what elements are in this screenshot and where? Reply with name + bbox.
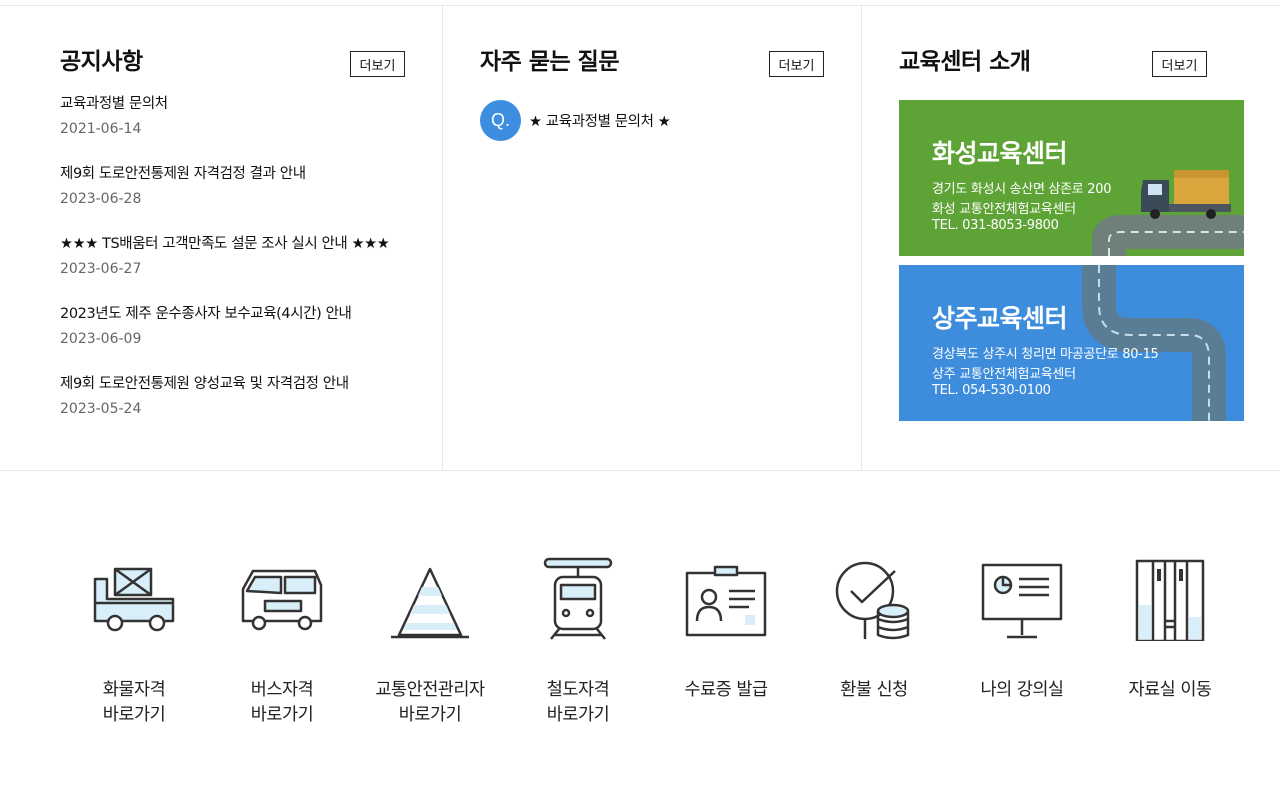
center-org: 화성 교통안전체험교육센터: [932, 202, 1076, 217]
faq-q-badge: Q.: [480, 100, 521, 141]
notice-item-date: 2023-06-09: [60, 331, 142, 347]
notice-item-title[interactable]: 제9회 도로안전통제원 양성교육 및 자격검정 안내: [60, 374, 410, 394]
quick-link-label: 수료증 발급: [684, 680, 768, 700]
quick-link-safety-manager[interactable]: 교통안전관리자 바로가기: [356, 555, 504, 728]
quick-link-certificate[interactable]: 수료증 발급: [652, 555, 800, 703]
quick-link-bus[interactable]: 버스자격 바로가기: [208, 555, 356, 728]
list-item[interactable]: 제9회 도로안전통제원 자격검정 결과 안내 2023-06-28: [60, 164, 410, 234]
notice-title: 공지사항: [60, 49, 143, 75]
quick-link-label: 버스자격: [250, 680, 314, 700]
quick-link-refund[interactable]: 환불 신청: [800, 555, 948, 703]
quick-link-label: 교통안전관리자: [375, 680, 485, 700]
faq-item-text[interactable]: ★ 교육과정별 문의처 ★: [529, 110, 671, 131]
refund-check-coins-icon: [835, 561, 910, 640]
quick-link-archive[interactable]: 자료실 이동: [1096, 555, 1244, 703]
centers-title: 교육센터 소개: [899, 49, 1031, 75]
center-org: 상주 교통안전체험교육센터: [932, 367, 1076, 382]
center-address: 경기도 화성시 송산면 삼존로 200: [932, 182, 1112, 197]
quick-link-label: 환불 신청: [840, 680, 908, 700]
quick-link-my-classroom[interactable]: 나의 강의실: [948, 555, 1096, 703]
quick-link-label: 바로가기: [398, 705, 462, 725]
notice-item-date: 2023-05-24: [60, 401, 142, 417]
monitor-lecture-icon: [981, 563, 1063, 639]
notice-item-date: 2023-06-27: [60, 261, 142, 277]
cargo-truck-icon: [93, 567, 175, 632]
notice-item-title[interactable]: 2023년도 제주 운수종사자 보수교육(4시간) 안내: [60, 304, 410, 324]
notice-item-date: 2021-06-14: [60, 121, 142, 137]
quick-link-label: 철도자격: [546, 680, 610, 700]
notice-more-button[interactable]: 더보기: [350, 51, 405, 77]
archive-bookshelf-icon: [1135, 559, 1205, 641]
notice-item-date: 2023-06-28: [60, 191, 142, 207]
quick-link-railway[interactable]: 철도자격 바로가기: [504, 555, 652, 728]
certificate-card-icon: [685, 565, 767, 637]
center-name: 화성교육센터: [932, 139, 1068, 168]
notice-list: 교육과정별 문의처 2021-06-14 제9회 도로안전통제원 자격검정 결과…: [60, 94, 410, 444]
faq-item[interactable]: Q. ★ 교육과정별 문의처 ★: [480, 100, 671, 141]
list-item[interactable]: 2023년도 제주 운수종사자 보수교육(4시간) 안내 2023-06-09: [60, 304, 410, 374]
notice-item-title[interactable]: ★★★ TS배움터 고객만족도 설문 조사 실시 안내 ★★★: [60, 234, 410, 254]
faq-more-button[interactable]: 더보기: [769, 51, 824, 77]
quick-link-label: 자료실 이동: [1128, 680, 1212, 700]
center-address: 경상북도 상주시 청리면 마공공단로 80-15: [932, 347, 1159, 362]
sangju-center-card[interactable]: 상주교육센터 경상북도 상주시 청리면 마공공단로 80-15 상주 교통안전체…: [899, 265, 1244, 421]
list-item[interactable]: ★★★ TS배움터 고객만족도 설문 조사 실시 안내 ★★★ 2023-06-…: [60, 234, 410, 304]
center-name: 상주교육센터: [932, 304, 1068, 333]
quick-link-cargo[interactable]: 화물자격 바로가기: [60, 555, 208, 728]
centers-more-button[interactable]: 더보기: [1152, 51, 1207, 77]
quick-link-label: 나의 강의실: [980, 680, 1064, 700]
list-item[interactable]: 제9회 도로안전통제원 양성교육 및 자격검정 안내 2023-05-24: [60, 374, 410, 444]
center-tel: TEL. 054-530-0100: [932, 383, 1051, 398]
section-divider: [0, 470, 1280, 471]
bus-icon: [241, 569, 323, 631]
column-divider: [861, 6, 862, 470]
column-divider: [442, 6, 443, 470]
faq-title: 자주 묻는 질문: [480, 49, 619, 75]
traffic-cone-icon: [391, 567, 469, 639]
list-item[interactable]: 교육과정별 문의처 2021-06-14: [60, 94, 410, 164]
quick-link-label: 바로가기: [102, 705, 166, 725]
center-tel: TEL. 031-8053-9800: [932, 218, 1059, 233]
top-divider: [0, 5, 1280, 6]
notice-item-title[interactable]: 제9회 도로안전통제원 자격검정 결과 안내: [60, 164, 410, 184]
notice-item-title[interactable]: 교육과정별 문의처: [60, 94, 410, 114]
truck-illustration: [1141, 170, 1231, 219]
train-icon: [543, 557, 613, 640]
quick-link-label: 바로가기: [546, 705, 610, 725]
quick-link-label: 화물자격: [102, 680, 166, 700]
hwaseong-center-card[interactable]: 화성교육센터 경기도 화성시 송산면 삼존로 200 화성 교통안전체험교육센터…: [899, 100, 1244, 256]
quick-link-label: 바로가기: [250, 705, 314, 725]
